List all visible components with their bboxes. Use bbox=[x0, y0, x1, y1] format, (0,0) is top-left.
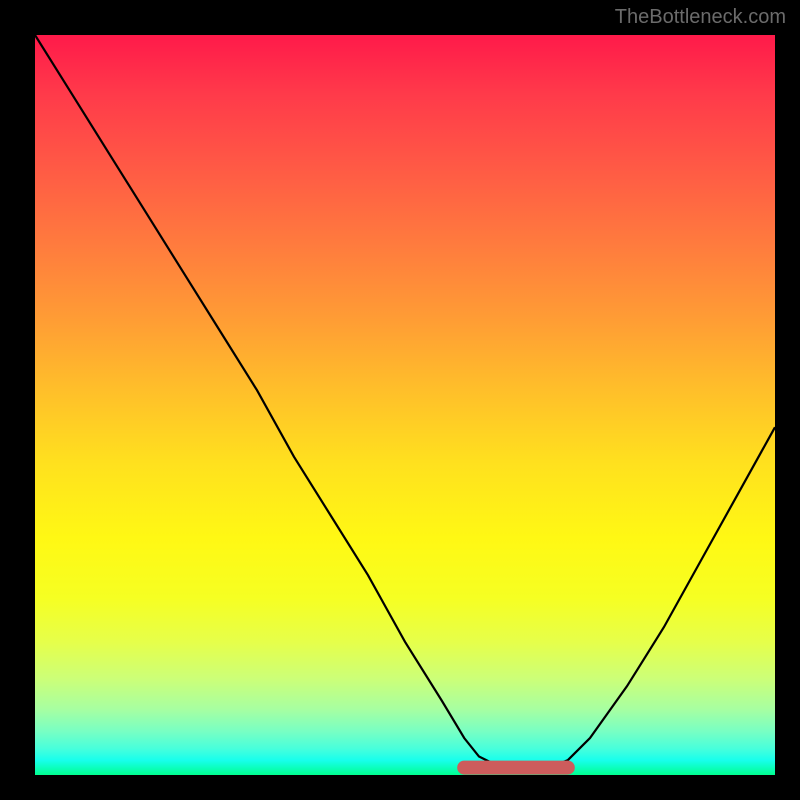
bottleneck-curve bbox=[35, 35, 775, 768]
plot-area bbox=[35, 35, 775, 775]
attribution-text: TheBottleneck.com bbox=[615, 6, 786, 29]
chart-svg bbox=[35, 35, 775, 775]
